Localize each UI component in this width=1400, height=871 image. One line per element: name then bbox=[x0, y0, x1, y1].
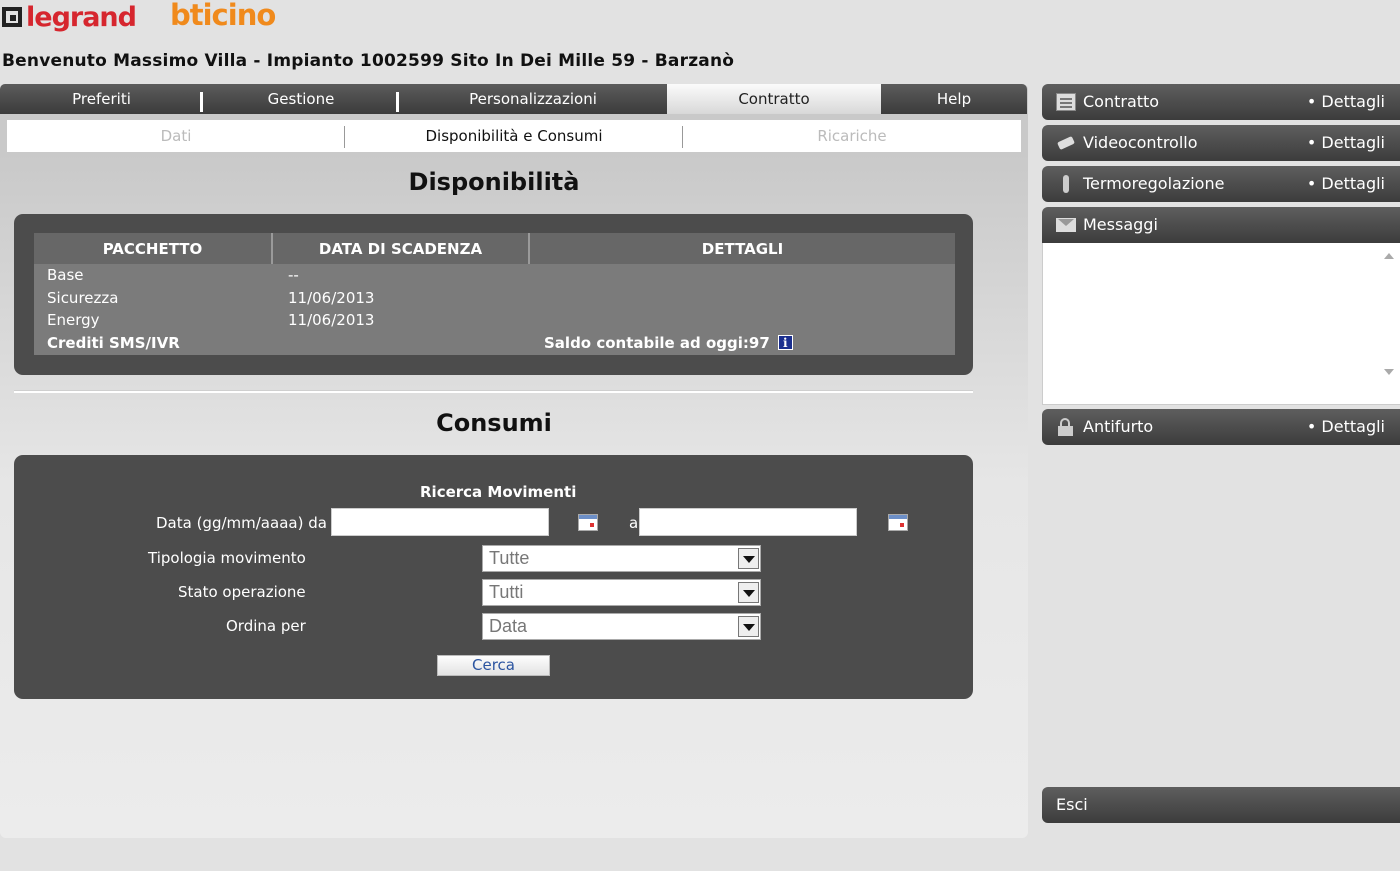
col-dettagli: DETTAGLI bbox=[701, 239, 784, 258]
logout-label: Esci bbox=[1056, 795, 1088, 814]
tab-help[interactable]: Help bbox=[881, 84, 1027, 114]
tab-contratto[interactable]: Contratto bbox=[667, 84, 881, 114]
cell-dettagli: Saldo contabile ad oggi:97 i bbox=[544, 334, 793, 352]
tab-personalizzazioni[interactable]: Personalizzazioni bbox=[399, 84, 667, 114]
camera-icon bbox=[1056, 134, 1076, 152]
tipologia-select[interactable]: Tutte bbox=[482, 545, 761, 572]
sidebar-item-contratto[interactable]: Contratto • Dettagli bbox=[1042, 84, 1400, 120]
main-tabs: Preferiti Gestione Personalizzazioni Con… bbox=[0, 84, 1027, 114]
date-from-input[interactable] bbox=[331, 508, 549, 536]
ordina-value: Data bbox=[489, 616, 528, 636]
stato-select[interactable]: Tutti bbox=[482, 579, 761, 606]
scroll-down-icon[interactable] bbox=[1384, 369, 1394, 375]
bticino-wordmark: bticino bbox=[170, 0, 276, 32]
sidebar-label: Contratto bbox=[1083, 92, 1160, 111]
chevron-down-icon[interactable] bbox=[738, 582, 759, 603]
sidebar-item-antifurto[interactable]: Antifurto • Dettagli bbox=[1042, 409, 1400, 445]
chevron-down-icon[interactable] bbox=[738, 548, 759, 569]
legrand-mark-icon bbox=[2, 7, 22, 27]
cell-pacchetto: Crediti SMS/IVR bbox=[47, 334, 180, 352]
contratto-dettagli-link[interactable]: • Dettagli bbox=[1307, 92, 1385, 111]
cell-scadenza: -- bbox=[288, 266, 299, 284]
ordina-select[interactable]: Data bbox=[482, 613, 761, 640]
date-from-label: Data (gg/mm/aaaa) da bbox=[156, 514, 327, 532]
cell-pacchetto: Base bbox=[47, 266, 84, 284]
consumi-title: Consumi bbox=[436, 409, 552, 437]
tab-gestione[interactable]: Gestione bbox=[203, 84, 399, 114]
disponibilita-table: PACCHETTO DATA DI SCADENZA DETTAGLI Base… bbox=[34, 233, 955, 355]
sidebar-label: Messaggi bbox=[1083, 215, 1158, 234]
messages-area[interactable] bbox=[1042, 243, 1400, 405]
thermometer-icon bbox=[1056, 175, 1076, 193]
cerca-button[interactable]: Cerca bbox=[437, 655, 550, 676]
disponibilita-title: Disponibilità bbox=[408, 168, 580, 196]
legrand-wordmark: legrand bbox=[26, 1, 137, 33]
table-header: PACCHETTO DATA DI SCADENZA DETTAGLI bbox=[34, 233, 955, 264]
tipologia-label: Tipologia movimento bbox=[148, 549, 306, 567]
table-row: Base -- bbox=[34, 264, 955, 286]
calendar-from-icon[interactable] bbox=[578, 514, 598, 531]
tab-preferiti[interactable]: Preferiti bbox=[0, 84, 203, 114]
sidebar-label: Antifurto bbox=[1083, 417, 1154, 436]
sidebar-label: Videocontrollo bbox=[1083, 133, 1198, 152]
sidebar-item-messaggi[interactable]: Messaggi bbox=[1042, 207, 1400, 243]
date-to-label: a bbox=[629, 514, 639, 532]
col-data-scadenza: DATA DI SCADENZA bbox=[273, 233, 530, 264]
info-icon[interactable]: i bbox=[777, 335, 793, 350]
stato-label: Stato operazione bbox=[178, 583, 306, 601]
cell-pacchetto: Energy bbox=[47, 311, 100, 329]
chevron-down-icon[interactable] bbox=[738, 616, 759, 637]
table-row: Crediti SMS/IVR Saldo contabile ad oggi:… bbox=[34, 332, 955, 354]
envelope-icon bbox=[1056, 218, 1076, 232]
scroll-up-icon[interactable] bbox=[1384, 253, 1394, 259]
document-icon bbox=[1056, 93, 1076, 111]
calendar-to-icon[interactable] bbox=[888, 514, 908, 531]
messages-scrollbar[interactable] bbox=[1380, 245, 1398, 385]
antifurto-dettagli-link[interactable]: • Dettagli bbox=[1307, 417, 1385, 436]
col-pacchetto: PACCHETTO bbox=[34, 233, 273, 264]
subtab-disponibilita-consumi[interactable]: Disponibilità e Consumi bbox=[345, 120, 683, 152]
lock-icon bbox=[1056, 418, 1076, 436]
table-row: Energy 11/06/2013 bbox=[34, 309, 955, 331]
subtab-dati[interactable]: Dati bbox=[7, 120, 345, 152]
sub-tabs: Dati Disponibilità e Consumi Ricariche bbox=[7, 120, 1021, 152]
videocontrollo-dettagli-link[interactable]: • Dettagli bbox=[1307, 133, 1385, 152]
sidebar-label: Termoregolazione bbox=[1083, 174, 1225, 193]
sidebar-item-videocontrollo[interactable]: Videocontrollo • Dettagli bbox=[1042, 125, 1400, 161]
sidebar-item-termoregolazione[interactable]: Termoregolazione • Dettagli bbox=[1042, 166, 1400, 202]
date-to-input[interactable] bbox=[639, 508, 857, 536]
saldo-text: Saldo contabile ad oggi:97 bbox=[544, 334, 770, 352]
welcome-text: Benvenuto Massimo Villa - Impianto 10025… bbox=[2, 51, 735, 71]
tipologia-value: Tutte bbox=[489, 548, 530, 568]
table-row: Sicurezza 11/06/2013 bbox=[34, 287, 955, 309]
logout-button[interactable]: Esci bbox=[1042, 787, 1400, 823]
subtab-ricariche[interactable]: Ricariche bbox=[683, 120, 1021, 152]
stato-value: Tutti bbox=[489, 582, 524, 602]
ricerca-movimenti-title: Ricerca Movimenti bbox=[420, 483, 577, 501]
ordina-label: Ordina per bbox=[226, 617, 306, 635]
legrand-logo: legrand bbox=[2, 0, 137, 34]
cell-pacchetto: Sicurezza bbox=[47, 289, 119, 307]
termoregolazione-dettagli-link[interactable]: • Dettagli bbox=[1307, 174, 1385, 193]
section-divider bbox=[14, 390, 973, 393]
bticino-logo: bticino bbox=[170, 0, 276, 32]
cell-scadenza: 11/06/2013 bbox=[288, 289, 375, 307]
cell-scadenza: 11/06/2013 bbox=[288, 311, 375, 329]
